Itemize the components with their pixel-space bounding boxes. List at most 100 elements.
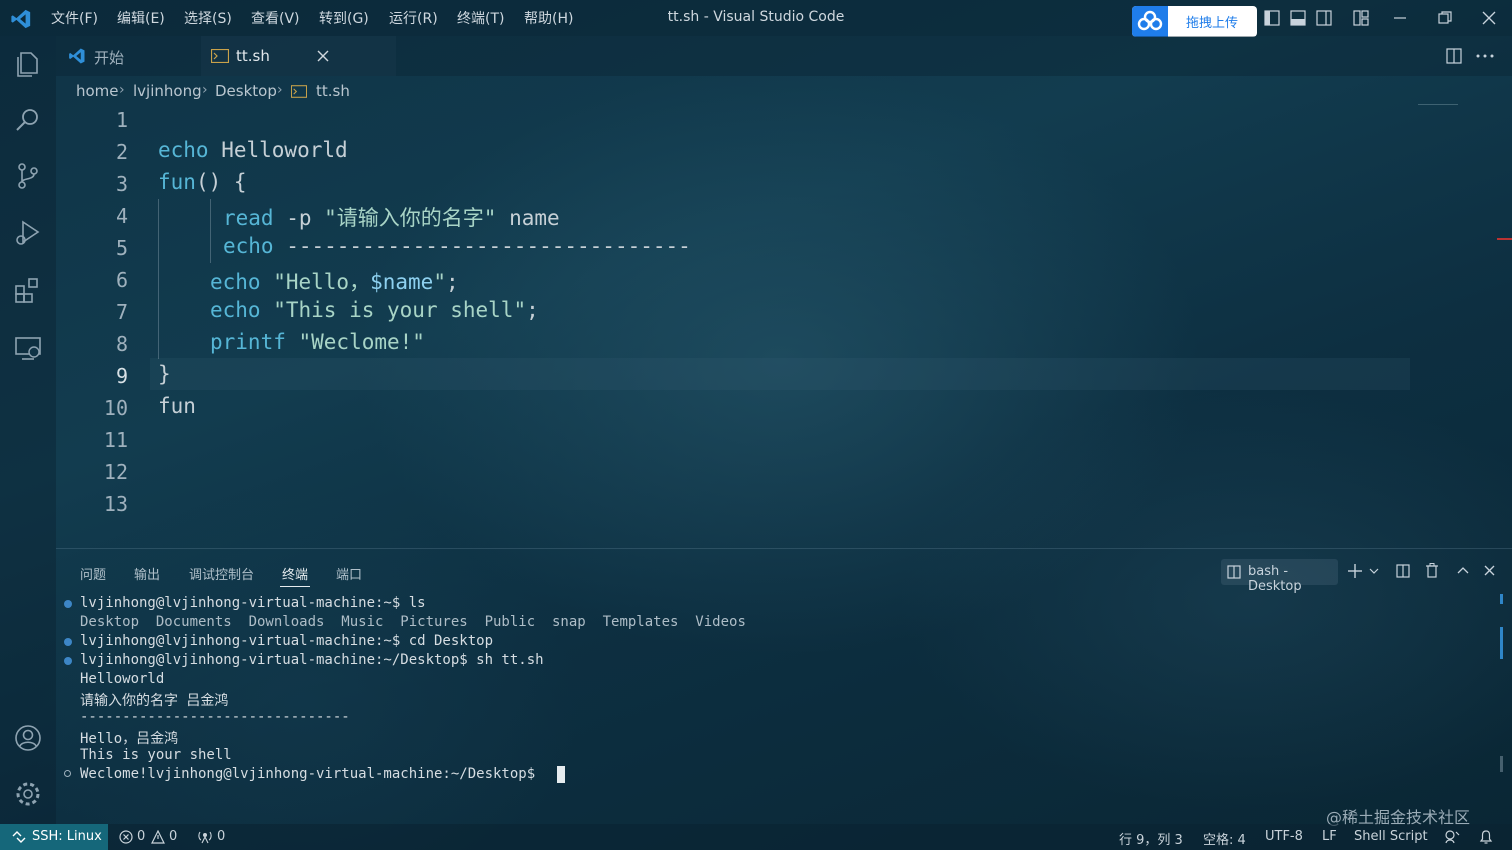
tab-ports[interactable]: 端口 (336, 564, 362, 583)
line-number: 4 (115, 204, 128, 228)
editor-tabs: 开始 tt.sh (56, 36, 1512, 76)
encoding[interactable]: UTF-8 (1265, 829, 1303, 844)
account-icon[interactable] (12, 722, 44, 754)
code-token: read (223, 206, 274, 230)
code-token: Helloworld (208, 138, 348, 162)
terminal-line: Weclome!lvjinhong@lvjinhong-virtual-mach… (80, 766, 544, 782)
code-token: $name (370, 270, 434, 294)
run-debug-icon[interactable] (12, 216, 44, 248)
code-line-10: fun (158, 394, 196, 418)
code-line-3: fun() { (158, 170, 247, 194)
command-pending-dot (64, 770, 71, 777)
remote-indicator[interactable]: SSH: Linux (0, 824, 108, 850)
code-token: " (433, 270, 446, 294)
terminal-split-icon (1227, 565, 1241, 579)
warning-icon[interactable] (151, 830, 165, 844)
code-line-6: echo "Hello，$name"; (210, 266, 459, 296)
code-token: echo (210, 298, 261, 322)
line-number: 10 (103, 396, 128, 420)
code-token: () { (195, 170, 247, 194)
new-terminal-icon[interactable] (1348, 564, 1362, 578)
cursor-position[interactable]: 行 9，列 3 (1119, 829, 1183, 848)
customize-layout-icon[interactable] (1353, 10, 1369, 26)
code-token: "Weclome!" (285, 330, 425, 354)
search-icon[interactable] (12, 104, 44, 136)
warning-count[interactable]: 0 (169, 829, 177, 844)
tab-terminal[interactable]: 终端 (282, 564, 308, 583)
remote-icon (12, 831, 26, 843)
extensions-icon[interactable] (12, 274, 44, 306)
terminal-cursor (557, 766, 565, 783)
toggle-primary-sidebar-icon[interactable] (1264, 10, 1280, 26)
chevron-right-icon: › (277, 82, 283, 98)
minimize-icon[interactable] (1393, 10, 1407, 26)
code-token: fun (158, 170, 196, 194)
window-title: tt.sh - Visual Studio Code (667, 9, 845, 25)
terminal-instance-selector[interactable]: bash - Desktop (1221, 559, 1338, 594)
split-editor-icon[interactable] (1446, 48, 1462, 64)
cloud-upload-icon (1132, 6, 1168, 37)
indentation[interactable]: 空格: 4 (1203, 829, 1246, 848)
code-token: echo (223, 234, 274, 258)
close-tab-icon[interactable] (317, 50, 329, 62)
code-token: -------------------------------- (273, 234, 691, 258)
tab-output[interactable]: 输出 (134, 564, 160, 583)
close-panel-icon[interactable] (1484, 565, 1495, 576)
error-count[interactable]: 0 (137, 829, 145, 844)
shell-file-icon (211, 49, 229, 63)
error-icon[interactable] (119, 830, 133, 844)
restore-icon[interactable] (1438, 11, 1452, 25)
terminal-name: bash - Desktop (1248, 564, 1302, 594)
chevron-down-icon[interactable] (1369, 568, 1379, 574)
tab-tt-label: tt.sh (236, 47, 270, 65)
ports-icon[interactable] (198, 830, 212, 844)
notification-bell-icon[interactable] (1479, 829, 1493, 845)
command-success-dot (64, 657, 72, 665)
terminal-line: Hello，吕金鸿 (80, 731, 179, 747)
bottom-panel: 问题 输出 调试控制台 终端 端口 bash - Desktop (56, 548, 1512, 825)
explorer-icon[interactable] (12, 48, 44, 80)
feedback-icon[interactable] (1444, 829, 1460, 845)
code-line-2: echo Helloworld (158, 138, 348, 162)
scrollbar-marker (1497, 238, 1512, 240)
language-mode[interactable]: Shell Script (1354, 829, 1428, 844)
breadcrumb-file[interactable]: tt.sh (316, 82, 350, 100)
chevron-right-icon: › (202, 82, 208, 98)
minimap[interactable] (1418, 104, 1458, 115)
split-terminal-icon[interactable] (1396, 564, 1410, 578)
end-of-line[interactable]: LF (1322, 829, 1337, 844)
chevron-right-icon: › (119, 82, 125, 98)
upload-button[interactable]: 拖拽上传 (1132, 6, 1257, 37)
tab-tt-sh[interactable]: tt.sh (201, 36, 396, 76)
breadcrumb-home[interactable]: home (76, 82, 119, 100)
source-control-icon[interactable] (12, 160, 44, 192)
chevron-up-icon[interactable] (1457, 566, 1469, 574)
ports-count[interactable]: 0 (217, 829, 225, 844)
line-number: 12 (103, 460, 128, 484)
remote-explorer-icon[interactable] (12, 332, 44, 364)
breadcrumb-desktop[interactable]: Desktop (215, 82, 277, 100)
indent-guide (210, 199, 211, 263)
close-window-icon[interactable] (1482, 11, 1496, 25)
line-number: 13 (103, 492, 128, 516)
toggle-secondary-sidebar-icon[interactable] (1316, 10, 1332, 26)
terminal-line: This is your shell (80, 747, 232, 763)
code-token: printf (210, 330, 286, 354)
shell-file-icon (291, 85, 307, 98)
line-number: 5 (115, 236, 128, 260)
tab-start[interactable]: 开始 (56, 36, 201, 76)
upload-label: 拖拽上传 (1185, 16, 1238, 31)
settings-gear-icon[interactable] (12, 778, 44, 810)
toggle-panel-icon[interactable] (1290, 10, 1306, 26)
breadcrumb-user[interactable]: lvjinhong (133, 82, 202, 100)
line-number: 3 (115, 172, 128, 196)
terminal-scrollbar[interactable] (1500, 756, 1503, 772)
terminal-line: 请输入你的名字 吕金鸿 (80, 693, 229, 709)
line-number: 2 (115, 140, 128, 164)
line-number: 6 (115, 268, 128, 292)
tab-debug-console[interactable]: 调试控制台 (189, 564, 254, 583)
tab-problems[interactable]: 问题 (80, 564, 106, 583)
more-actions-icon[interactable] (1476, 54, 1494, 58)
trash-icon[interactable] (1425, 563, 1439, 578)
code-token: -p (273, 206, 325, 230)
